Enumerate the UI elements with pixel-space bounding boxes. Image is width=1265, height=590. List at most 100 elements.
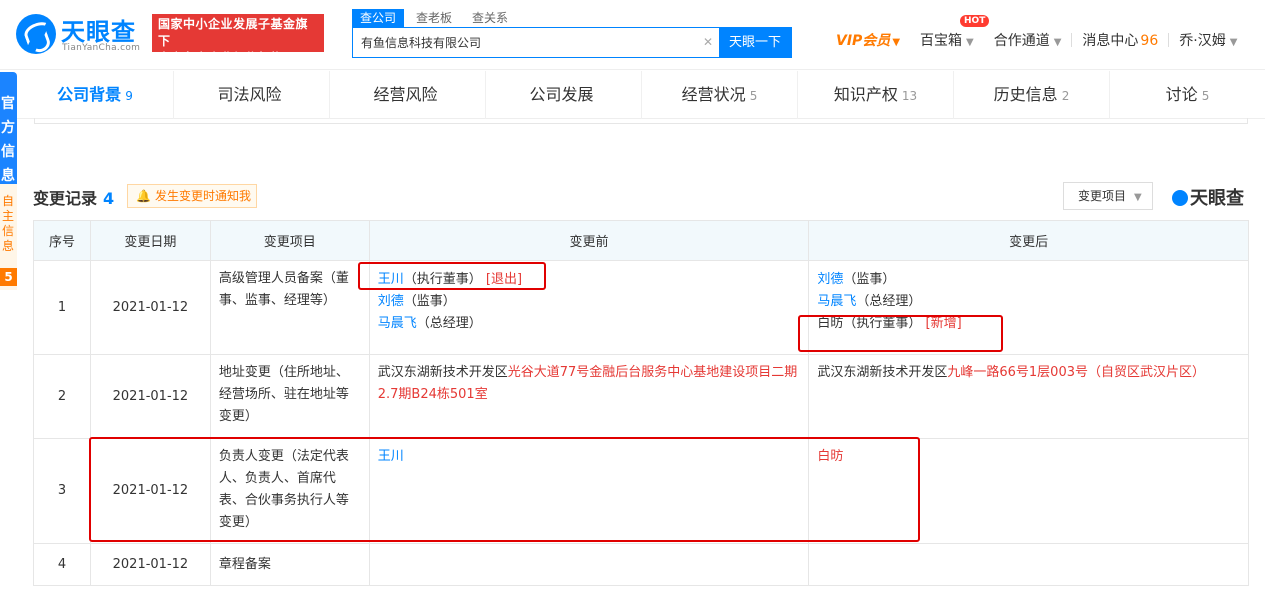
user-menu[interactable]: 乔·汉姆 ▼	[1179, 30, 1237, 50]
banner-line-2: 官方备案企业征信机构	[158, 51, 284, 65]
notify-on-change-button[interactable]: 🔔 发生变更时通知我	[127, 184, 257, 208]
person-line: 白昉（执行董事） [新增]	[817, 313, 1240, 335]
tab-history[interactable]: 历史信息 2	[954, 71, 1110, 119]
nav-divider	[1071, 33, 1073, 47]
vip-menu[interactable]: VIP会员 ▼	[836, 30, 900, 50]
col-header-after: 变更后	[808, 220, 1249, 261]
watermark-text: 天眼查	[1190, 188, 1244, 209]
user-name: 乔·汉姆	[1179, 33, 1226, 49]
change-item-filter[interactable]: 变更项目 ▼	[1063, 182, 1153, 210]
previous-section-edge	[34, 118, 1248, 124]
search-tab-company[interactable]: 查公司	[352, 9, 405, 27]
row-after: 刘德（监事） 马晨飞（总经理） 白昉（执行董事） [新增]	[808, 260, 1249, 355]
cooperation-label: 合作通道	[993, 33, 1050, 49]
message-count: 96	[1140, 33, 1159, 49]
chevron-down-icon: ▼	[1134, 192, 1142, 203]
search-type-tabs: 查公司 查老板 查关系	[352, 9, 792, 27]
row-no: 3	[33, 438, 91, 544]
row-before: 武汉东湖新技术开发区光谷大道77号金融后台服务中心基地建设项目二期2.7期B24…	[368, 354, 810, 439]
nav-divider	[1168, 33, 1170, 47]
site-logo[interactable]: 天眼查 TianYanCha.com	[16, 12, 146, 58]
row-before	[368, 543, 810, 586]
row-before: 王川	[368, 438, 810, 544]
logo-text: 天眼查	[61, 18, 136, 46]
tab-label: 公司背景	[57, 85, 122, 104]
top-header: 天眼查 TianYanCha.com 国家中小企业发展子基金旗下 官方备案企业征…	[0, 0, 1265, 70]
table-row: 1 2021-01-12 高级管理人员备案（董事、监事、经理等） 王川（执行董事…	[33, 260, 1249, 355]
row-date: 2021-01-12	[89, 543, 211, 586]
tab-judicial-risk[interactable]: 司法风险	[174, 71, 330, 119]
tab-operating-risk[interactable]: 经营风险	[330, 71, 486, 119]
row-item: 高级管理人员备案（董事、监事、经理等）	[209, 260, 370, 355]
tab-count: 5	[1201, 89, 1210, 103]
change-record-table: 序号 变更日期 变更项目 变更前 变更后 1 2021-01-12 高级管理人员…	[33, 220, 1249, 586]
row-no: 2	[33, 354, 91, 439]
clear-icon[interactable]: ✕	[697, 28, 719, 57]
person-link[interactable]: 马晨飞	[817, 294, 856, 309]
tab-label: 公司发展	[529, 85, 594, 104]
tab-count: 9	[125, 89, 133, 103]
logo-icon	[1172, 190, 1188, 206]
chevron-down-icon: ▼	[892, 37, 901, 48]
cooperation-menu[interactable]: 合作通道 ▼	[994, 30, 1062, 50]
message-center-label: 消息中心	[1082, 33, 1139, 49]
address-changed: 九峰一路66号1层003号（自贸区武汉片区）	[947, 365, 1205, 380]
tab-label: 历史信息	[993, 85, 1058, 104]
table-row: 2 2021-01-12 地址变更（住所地址、经营场所、驻在地址等变更） 武汉东…	[33, 354, 1249, 439]
address-prefix: 武汉东湖新技术开发区	[377, 365, 508, 380]
person-link[interactable]: 刘德	[378, 294, 404, 309]
row-after	[808, 543, 1249, 586]
left-float-lower[interactable]: 自主信息 5	[0, 184, 17, 290]
tab-company-development[interactable]: 公司发展	[486, 71, 642, 119]
col-header-item: 变更项目	[209, 220, 370, 261]
person-line: 刘德（监事）	[817, 269, 1240, 291]
row-date: 2021-01-12	[89, 438, 211, 544]
left-float-sub: 自主信息	[2, 194, 15, 253]
search-box: ✕ 天眼一下	[352, 27, 792, 58]
treasure-box-menu[interactable]: 百宝箱 ▼ HOT	[920, 15, 990, 50]
person-link[interactable]: 刘德	[817, 272, 843, 287]
search-tab-relation[interactable]: 查关系	[464, 9, 516, 27]
top-nav: VIP会员 ▼ 百宝箱 ▼ HOT 合作通道 ▼ 消息中心 96 乔·汉姆 ▼	[836, 15, 1257, 50]
bell-icon: 🔔	[136, 189, 151, 203]
person-line: 马晨飞（总经理）	[378, 313, 801, 335]
col-header-no: 序号	[33, 220, 91, 261]
person-role: （总经理）	[856, 294, 922, 309]
hot-badge: HOT	[960, 15, 990, 27]
search-input[interactable]	[353, 28, 697, 57]
logo-subtext: TianYanCha.com	[62, 43, 141, 53]
tianyancha-watermark: 天眼查	[1172, 184, 1244, 210]
row-date: 2021-01-12	[89, 354, 211, 439]
person-link[interactable]: 王川	[378, 449, 404, 464]
tab-discussion[interactable]: 讨论 5	[1110, 71, 1265, 119]
person-link[interactable]: 马晨飞	[378, 316, 417, 331]
person-line: 马晨飞（总经理）	[817, 291, 1240, 313]
person-link[interactable]: 王川	[378, 272, 404, 287]
search-tab-boss[interactable]: 查老板	[408, 9, 460, 27]
official-banner[interactable]: 国家中小企业发展子基金旗下 官方备案企业征信机构	[152, 14, 324, 65]
row-after: 白昉	[808, 438, 1249, 544]
tab-label: 讨论	[1165, 85, 1198, 104]
section-count: 4	[103, 189, 115, 208]
tab-operating-status[interactable]: 经营状况 5	[642, 71, 798, 119]
row-no: 1	[33, 260, 91, 355]
logo-icon	[16, 14, 56, 54]
treasure-box-label: 百宝箱	[920, 33, 963, 49]
person-role: （执行董事）	[403, 272, 482, 287]
message-center-link[interactable]: 消息中心 96	[1082, 30, 1158, 50]
person-name: 白昉	[817, 316, 844, 331]
tab-company-background[interactable]: 公司背景 9	[17, 71, 174, 119]
row-item: 章程备案	[209, 543, 370, 586]
tab-label: 司法风险	[217, 85, 282, 104]
search-button[interactable]: 天眼一下	[719, 28, 791, 57]
person-line: 王川（执行董事） [退出]	[378, 269, 801, 291]
tab-count: 5	[749, 89, 758, 103]
row-no: 4	[33, 543, 91, 586]
tab-intellectual-property[interactable]: 知识产权 13	[798, 71, 954, 119]
tab-count: 2	[1061, 89, 1070, 103]
person-role: （监事）	[403, 294, 456, 309]
col-header-before: 变更前	[368, 220, 810, 261]
vip-label: VIP会员	[836, 33, 891, 49]
tab-label: 知识产权	[833, 85, 898, 104]
left-float-bar[interactable]: 官方信息 自主信息 5	[0, 72, 17, 290]
